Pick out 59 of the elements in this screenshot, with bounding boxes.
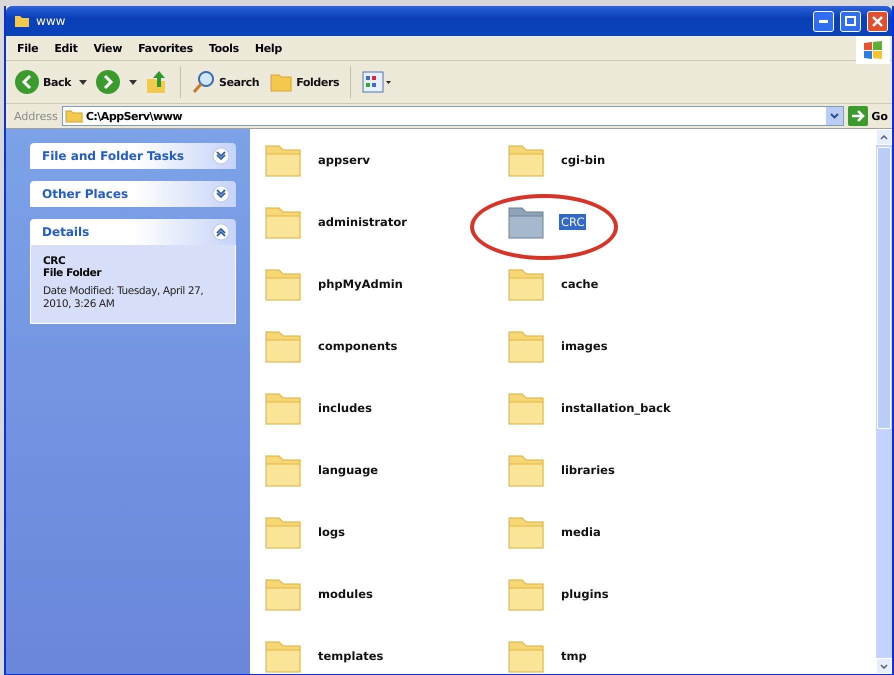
item-name: CRC [43,255,66,267]
task-panel-header[interactable]: File and Folder Tasks [30,143,236,169]
folder-name[interactable]: phpMyAdmin [316,276,405,292]
folder-name[interactable]: media [559,524,603,540]
close-icon [872,16,883,26]
folder-name[interactable]: language [316,462,380,478]
folder-name[interactable]: administrator [316,214,409,230]
folder-name[interactable]: images [559,338,610,354]
scrollbar-thumb[interactable] [877,147,891,429]
folder-name[interactable]: components [316,338,400,354]
close-button[interactable] [867,10,888,32]
scroll-up-icon [880,134,888,140]
window-title: www [36,14,66,28]
folder-name[interactable]: plugins [559,586,611,602]
folders-button[interactable]: Folders [267,69,342,95]
maximize-button[interactable] [840,10,861,32]
expand-chevron-icon[interactable] [212,185,230,203]
date-modified: Date Modified: Tuesday, April 27, 2010, 3:26 AM [43,285,204,311]
maximize-icon [845,16,856,26]
folder-name[interactable]: logs [316,524,347,540]
item-type: File Folder [43,267,102,279]
folder-name[interactable]: templates [316,648,386,664]
scroll-up-button[interactable] [876,129,892,145]
chevron-down-icon [830,113,840,119]
folder-name[interactable]: cgi-bin [559,152,608,168]
folder-name[interactable]: includes [316,400,374,416]
search-icon[interactable] [192,70,216,94]
windows-logo-icon [862,40,884,60]
search-button[interactable]: Search [190,68,262,96]
folder-name[interactable]: appserv [316,152,372,168]
menu-item[interactable]: Tools [202,40,246,56]
collapse-chevron-icon[interactable] [212,223,230,241]
minimize-icon [819,20,828,22]
menu-item[interactable]: Help [248,40,289,56]
folder-name[interactable]: tmp [559,648,589,664]
folder-icon [64,109,83,123]
folder-icon [14,14,30,28]
task-panel-header[interactable]: Details [30,219,236,245]
address-label: Address [14,110,58,122]
menu-item[interactable]: Edit [47,40,85,56]
menu-item[interactable]: Favorites [131,40,200,56]
folder-name[interactable]: modules [316,586,375,602]
minimize-button[interactable] [813,10,834,32]
scroll-down-icon [880,664,888,668]
address-field[interactable]: C:\AppServ\www [62,106,844,126]
go-button[interactable]: Go [848,106,888,126]
menu-item[interactable]: File [10,40,46,56]
dropdown-button[interactable] [826,107,844,125]
folder-name[interactable]: cache [559,276,600,292]
folder-name[interactable]: installation_back [559,400,673,416]
expand-chevron-icon[interactable] [212,147,230,165]
back-button[interactable]: Back [12,67,74,97]
folder-name[interactable]: CRC [559,214,586,230]
dropdown-caret-icon[interactable] [129,80,138,84]
menu-item[interactable]: View [86,40,130,56]
dropdown-caret-icon[interactable] [79,80,88,84]
task-panel-header[interactable]: Other Places [30,181,236,207]
folder-name[interactable]: libraries [559,462,617,478]
scroll-down-button[interactable] [876,658,892,674]
